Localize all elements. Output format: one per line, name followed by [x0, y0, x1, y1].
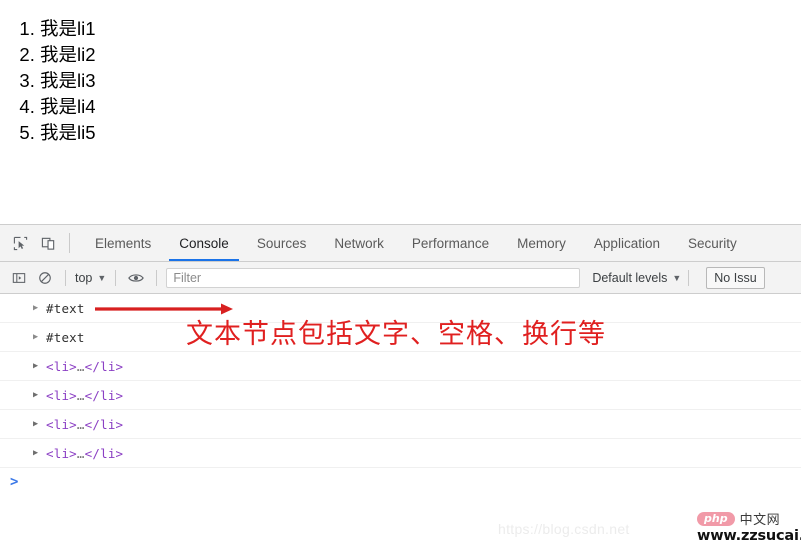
element-ellipsis: …	[76, 416, 85, 432]
console-row[interactable]: ▶ <li>…</li>	[0, 410, 801, 439]
expand-triangle-icon[interactable]: ▶	[33, 333, 44, 342]
element-ellipsis: …	[76, 387, 85, 403]
inspect-element-icon[interactable]	[6, 225, 34, 261]
list-item: 我是li3	[40, 68, 801, 94]
execution-context-selector[interactable]: top ▼	[73, 271, 108, 285]
annotation-text: 文本节点包括文字、空格、换行等	[186, 319, 606, 350]
tab-security[interactable]: Security	[674, 225, 751, 261]
element-ellipsis: …	[76, 358, 85, 374]
expand-triangle-icon[interactable]: ▶	[33, 449, 44, 458]
ordered-list: 我是li1 我是li2 我是li3 我是li4 我是li5	[0, 0, 801, 146]
element-open-tag: <li>	[46, 416, 77, 432]
console-sidebar-icon-glyph	[12, 272, 26, 283]
console-row-element: <li>…</li>	[46, 446, 123, 461]
devtools-panel: Elements Console Sources Network Perform…	[0, 224, 801, 551]
console-row[interactable]: ▶ <li>…</li>	[0, 352, 801, 381]
device-toolbar-icon[interactable]	[34, 225, 62, 261]
brand-chinese-label: 中文网	[739, 513, 781, 528]
console-row-text: #text	[46, 300, 85, 316]
eye-icon-glyph	[128, 273, 145, 282]
device-toolbar-icon-glyph	[41, 237, 54, 250]
issues-label: No Issu	[714, 270, 757, 285]
list-item: 我是li5	[40, 120, 801, 146]
php-badge: php	[697, 511, 735, 526]
brand-logo: php 中文网 www.zzsucai.com	[697, 510, 801, 544]
live-expression-eye-icon[interactable]	[123, 266, 149, 290]
console-row-element: <li>…</li>	[46, 417, 123, 432]
console-row[interactable]: ▶ <li>…</li>	[0, 381, 801, 410]
devtools-tab-list: Elements Console Sources Network Perform…	[81, 225, 751, 261]
csdn-watermark: https://blog.csdn.net	[498, 521, 630, 537]
expand-triangle-icon[interactable]: ▶	[33, 304, 44, 313]
tab-network[interactable]: Network	[320, 225, 398, 261]
log-levels-label: Default levels	[592, 270, 668, 285]
list-item: 我是li4	[40, 94, 801, 120]
filter-input[interactable]: Filter	[166, 267, 581, 288]
expand-triangle-icon[interactable]: ▶	[33, 420, 44, 429]
element-ellipsis: …	[76, 445, 85, 461]
tab-elements[interactable]: Elements	[81, 225, 165, 261]
chevron-down-icon: ▼	[672, 272, 682, 283]
brand-logo-top: php 中文网	[697, 510, 797, 528]
clear-console-icon-glyph	[39, 271, 51, 284]
console-toolbar: top ▼ Filter Default levels ▼ No Issu	[0, 262, 801, 294]
clear-console-icon[interactable]	[32, 266, 58, 290]
console-row-element: <li>…</li>	[46, 359, 123, 374]
toolbar-divider	[115, 269, 117, 286]
tab-performance[interactable]: Performance	[398, 225, 503, 261]
expand-triangle-icon[interactable]: ▶	[33, 391, 44, 400]
chevron-down-icon: ▼	[97, 272, 107, 283]
tab-application[interactable]: Application	[580, 225, 674, 261]
issues-button[interactable]: No Issu	[706, 266, 765, 289]
log-levels-selector[interactable]: Default levels ▼	[592, 271, 681, 285]
toolbar-divider	[65, 269, 66, 286]
console-row-text: #text	[46, 329, 85, 345]
console-row[interactable]: ▶ <li>…</li>	[0, 439, 801, 468]
tab-sources[interactable]: Sources	[243, 225, 321, 261]
filter-placeholder: Filter	[173, 270, 202, 285]
element-close-tag: </li>	[84, 416, 124, 432]
element-close-tag: </li>	[84, 445, 124, 461]
element-open-tag: <li>	[46, 387, 77, 403]
list-item: 我是li1	[40, 16, 801, 42]
tab-memory[interactable]: Memory	[503, 225, 580, 261]
prompt-chevron-icon: >	[10, 474, 19, 490]
console-row-element: <li>…</li>	[46, 388, 123, 403]
toolbar-divider	[688, 269, 690, 286]
list-item: 我是li2	[40, 42, 801, 68]
devtools-tabbar: Elements Console Sources Network Perform…	[0, 225, 801, 262]
brand-url: www.zzsucai.com	[697, 528, 801, 544]
element-open-tag: <li>	[46, 358, 77, 374]
tab-console[interactable]: Console	[165, 225, 243, 261]
expand-triangle-icon[interactable]: ▶	[33, 362, 44, 371]
element-open-tag: <li>	[46, 445, 77, 461]
element-close-tag: </li>	[84, 387, 124, 403]
toolbar-divider	[69, 233, 70, 253]
execution-context-label: top	[75, 270, 93, 285]
inspect-element-icon-glyph	[13, 236, 27, 250]
toolbar-divider	[156, 269, 158, 286]
element-close-tag: </li>	[84, 358, 124, 374]
console-prompt[interactable]: >	[0, 468, 801, 496]
browser-page-content: 我是li1 我是li2 我是li3 我是li4 我是li5	[0, 0, 801, 224]
console-sidebar-icon[interactable]	[6, 266, 32, 290]
